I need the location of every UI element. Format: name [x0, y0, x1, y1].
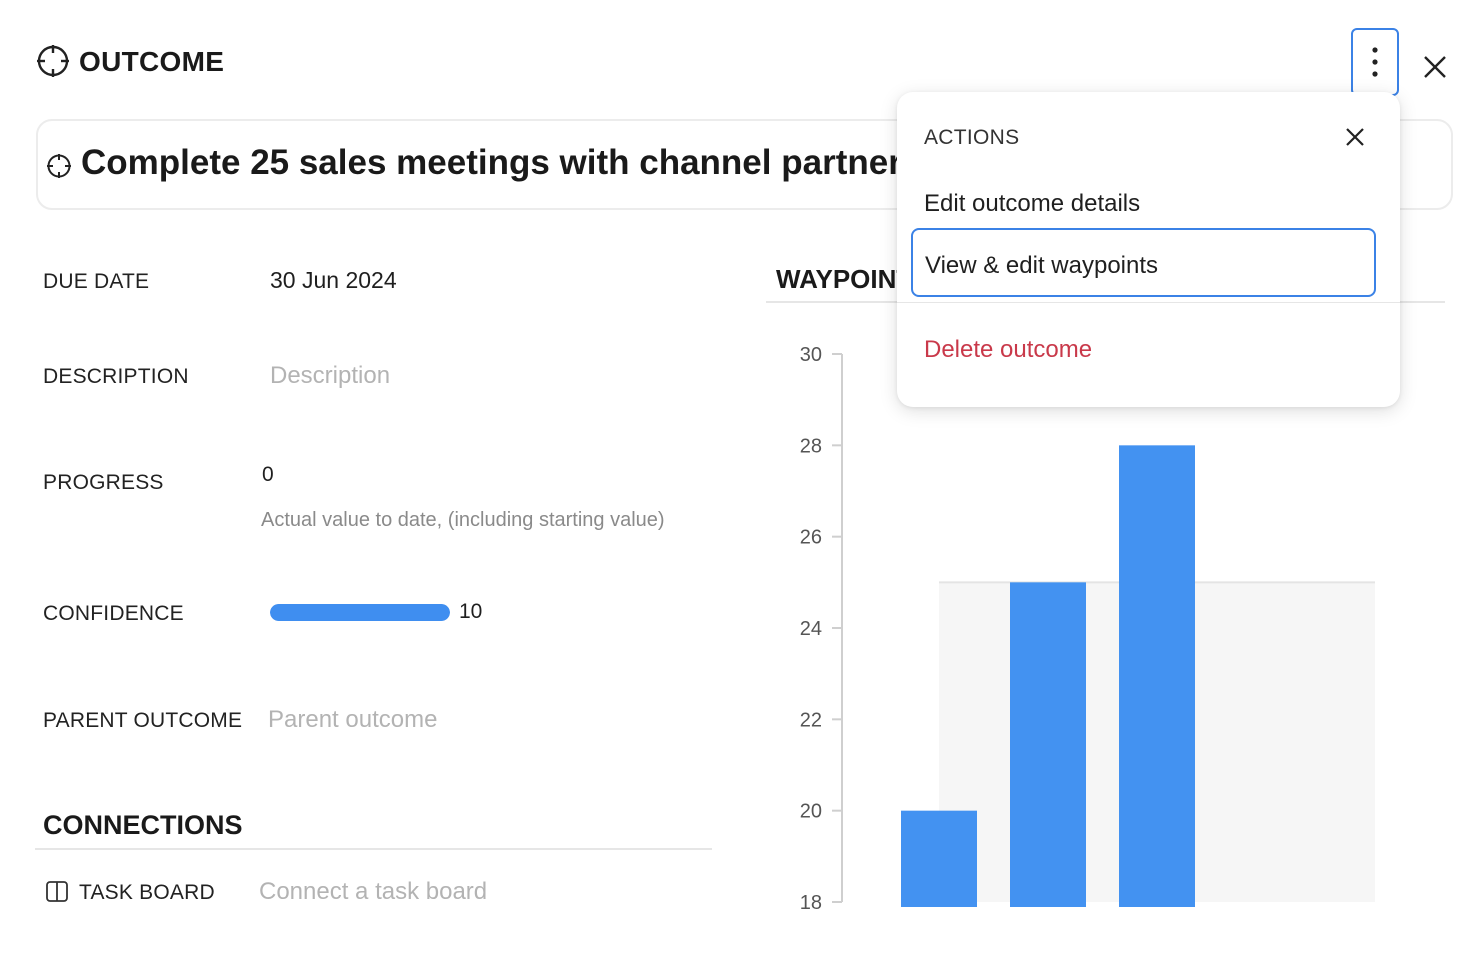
- progress-hint: Actual value to date, (including startin…: [261, 509, 665, 531]
- confidence-value: 10: [459, 600, 483, 623]
- delete-outcome-item[interactable]: Delete outcome: [924, 336, 1092, 364]
- progress-label: PROGRESS: [43, 471, 164, 494]
- confidence-fill: [270, 604, 450, 621]
- task-board-label: TASK BOARD: [79, 881, 215, 904]
- y-tick-label: 22: [800, 709, 822, 731]
- close-icon[interactable]: [1418, 50, 1452, 84]
- due-date-label: DUE DATE: [43, 270, 150, 293]
- task-board-field[interactable]: Connect a task board: [259, 878, 487, 906]
- y-tick-label: 30: [800, 344, 822, 366]
- waypoints-chart: 18 20 22 24 26 28 30: [800, 344, 1375, 914]
- close-icon[interactable]: [1341, 123, 1369, 151]
- actions-menu-header: ACTIONS: [924, 126, 1020, 149]
- y-tick-label: 18: [800, 892, 822, 914]
- more-actions-button[interactable]: [1351, 28, 1399, 96]
- y-tick-label: 26: [800, 527, 822, 549]
- waypoint-bar[interactable]: [901, 810, 977, 907]
- due-date-value[interactable]: 30 Jun 2024: [270, 267, 397, 294]
- board-icon: [46, 881, 68, 902]
- progress-value[interactable]: 0: [262, 463, 274, 487]
- more-vertical-icon: [1372, 47, 1378, 77]
- edit-outcome-details-item[interactable]: Edit outcome details: [924, 190, 1140, 218]
- outcome-target-icon: [47, 154, 71, 178]
- parent-outcome-label: PARENT OUTCOME: [43, 709, 243, 732]
- view-edit-waypoints-label: View & edit waypoints: [925, 252, 1159, 279]
- confidence-label: CONFIDENCE: [43, 602, 184, 625]
- waypoint-bar[interactable]: [1010, 582, 1086, 907]
- outcome-target-icon: [37, 45, 69, 77]
- parent-outcome-field[interactable]: Parent outcome: [268, 706, 437, 734]
- menu-divider: [897, 302, 1400, 303]
- description-field[interactable]: Description: [270, 362, 390, 390]
- connections-title: CONNECTIONS: [43, 810, 243, 840]
- y-tick-label: 24: [800, 618, 822, 640]
- description-label: DESCRIPTION: [43, 365, 189, 388]
- connections-divider: [35, 848, 712, 850]
- confidence-slider[interactable]: [270, 604, 450, 621]
- actions-menu: ACTIONS Edit outcome details View & edit…: [897, 92, 1400, 407]
- view-edit-waypoints-item[interactable]: View & edit waypoints: [911, 228, 1376, 297]
- outcome-title[interactable]: Complete 25 sales meetings with channel …: [81, 143, 901, 183]
- waypoint-bar[interactable]: [1119, 445, 1195, 907]
- y-tick-label: 28: [800, 435, 822, 457]
- panel-title: OUTCOME: [79, 46, 225, 77]
- y-tick-label: 20: [800, 801, 822, 823]
